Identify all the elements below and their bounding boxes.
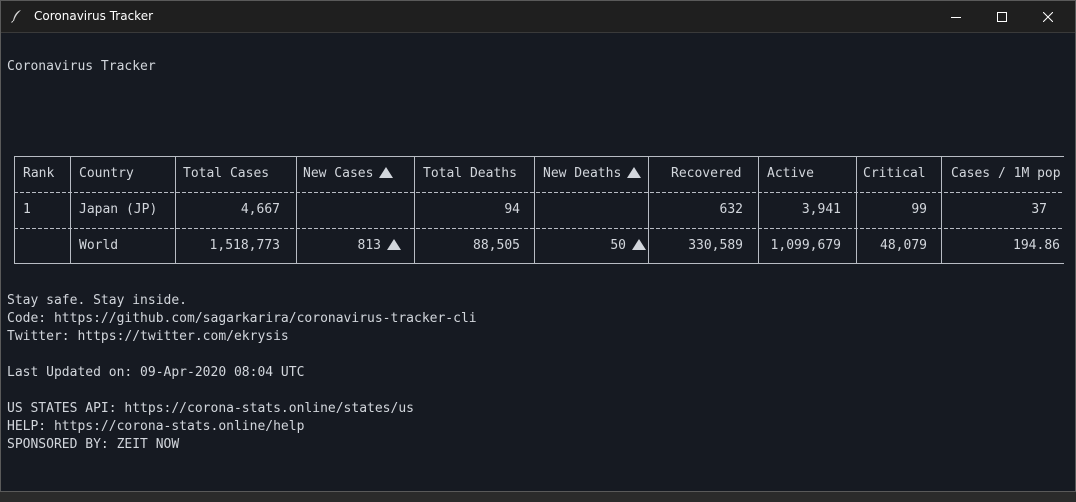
table-cell-total-cases: 1,518,773 bbox=[209, 238, 280, 253]
code-link-text[interactable]: Code: https://github.com/sagarkarira/cor… bbox=[7, 310, 477, 328]
twitter-link-text[interactable]: Twitter: https://twitter.com/ekrysis bbox=[7, 328, 289, 346]
col-header-critical: Critical bbox=[863, 166, 926, 181]
stay-safe-text: Stay safe. Stay inside. bbox=[7, 293, 188, 308]
col-header-country: Country bbox=[79, 166, 134, 181]
col-header-new-deaths: New Deaths bbox=[543, 165, 642, 183]
new-cases-value: 813 bbox=[357, 238, 381, 253]
table-cell-new-cases bbox=[297, 201, 401, 219]
table-cell-cases-per-1m: 37 bbox=[1031, 202, 1047, 217]
col-header-cases-per-1m: Cases / 1M pop bbox=[951, 166, 1061, 181]
minimize-icon bbox=[951, 16, 961, 18]
table-cell-new-cases: 813 bbox=[297, 237, 401, 255]
title-bar[interactable]: Coronavirus Tracker bbox=[1, 1, 1075, 33]
table-cell-critical: 99 bbox=[911, 202, 927, 217]
col-header-new-cases: New Cases bbox=[303, 165, 394, 183]
triangle-up-icon bbox=[379, 167, 394, 178]
maximize-button[interactable] bbox=[979, 1, 1025, 32]
table-cell-country: Japan (JP) bbox=[79, 202, 158, 217]
col-header-rank: Rank bbox=[23, 166, 55, 181]
us-states-api-text[interactable]: US STATES API: https://corona-stats.onli… bbox=[7, 400, 414, 418]
table-cell-recovered: 330,589 bbox=[688, 238, 743, 253]
table-cell-new-deaths bbox=[535, 201, 635, 219]
heading: Coronavirus Tracker bbox=[7, 59, 156, 74]
window-title: Coronavirus Tracker bbox=[34, 9, 154, 23]
terminal-output[interactable]: Coronavirus Tracker Rank Country Total C… bbox=[1, 33, 1075, 491]
table-cell-active: 1,099,679 bbox=[770, 238, 841, 253]
table-cell-rank: 1 bbox=[23, 202, 31, 217]
table-cell-country: World bbox=[79, 238, 119, 253]
col-header-recovered: Recovered bbox=[671, 166, 742, 181]
table-cell-critical: 48,079 bbox=[880, 238, 927, 253]
table-cell-new-deaths: 50 bbox=[535, 237, 646, 255]
triangle-up-icon bbox=[627, 167, 642, 178]
col-header-active: Active bbox=[767, 166, 814, 181]
col-header-total-deaths: Total Deaths bbox=[423, 166, 517, 181]
close-button[interactable] bbox=[1025, 1, 1071, 32]
table-cell-recovered: 632 bbox=[719, 202, 743, 217]
stats-table: Rank Country Total Cases New Cases Total… bbox=[14, 156, 1064, 264]
minimize-button[interactable] bbox=[933, 1, 979, 32]
triangle-up-icon bbox=[387, 239, 401, 250]
col-header-new-deaths-label: New Deaths bbox=[543, 166, 622, 181]
help-link-text[interactable]: HELP: https://corona-stats.online/help bbox=[7, 418, 304, 436]
table-cell-active: 3,941 bbox=[801, 202, 841, 217]
feather-icon bbox=[10, 9, 24, 23]
triangle-up-icon bbox=[632, 239, 646, 250]
terminal-window: Coronavirus Tracker Coronavirus Tracker bbox=[0, 0, 1076, 492]
last-updated-text: Last Updated on: 09-Apr-2020 08:04 UTC bbox=[7, 365, 305, 380]
col-header-new-cases-label: New Cases bbox=[303, 166, 374, 181]
new-deaths-value: 50 bbox=[610, 238, 626, 253]
table-cell-total-deaths: 88,505 bbox=[473, 238, 520, 253]
col-header-total-cases: Total Cases bbox=[183, 166, 270, 181]
table-cell-total-cases: 4,667 bbox=[240, 202, 280, 217]
table-cell-total-deaths: 94 bbox=[504, 202, 520, 217]
close-icon bbox=[1043, 11, 1053, 22]
sponsored-text: SPONSORED BY: ZEIT NOW bbox=[7, 437, 180, 452]
table-cell-cases-per-1m: 194.86 bbox=[1013, 238, 1060, 253]
maximize-icon bbox=[997, 11, 1007, 22]
